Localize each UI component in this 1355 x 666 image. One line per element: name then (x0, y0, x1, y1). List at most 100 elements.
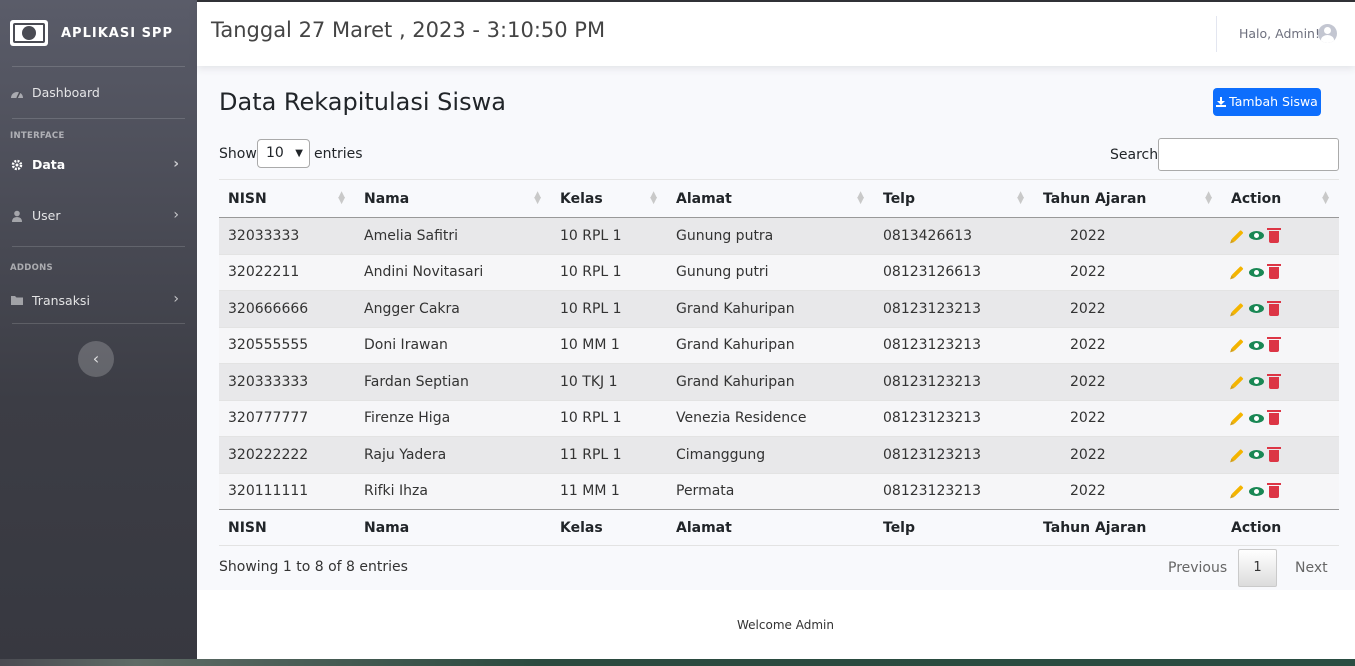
cell-alamat: Grand Kahuripan (667, 290, 874, 327)
sort-icon: ▲ ▼ (1205, 190, 1212, 206)
folder-icon (11, 296, 23, 305)
row-actions (1231, 373, 1339, 389)
table-row: 320222222 Raju Yadera 11 RPL 1 Cimanggung 08… (219, 436, 1339, 473)
column-header-label: Nama (364, 190, 410, 207)
pencil-icon[interactable] (1231, 485, 1244, 498)
pencil-icon[interactable] (1231, 229, 1244, 242)
trash-icon[interactable] (1267, 337, 1281, 353)
sidebar-item-label: Data (32, 157, 66, 172)
cell-tahun-ajaran: 2022 (1034, 363, 1222, 400)
dashboard-icon (11, 91, 23, 98)
footer: Welcome Admin (197, 590, 1355, 660)
cell-action (1222, 436, 1339, 473)
row-actions (1231, 264, 1339, 280)
cell-nama: Fardan Septian (355, 363, 551, 400)
sidebar-item-transaksi[interactable]: Transaksi › (0, 277, 197, 323)
trash-icon[interactable] (1267, 446, 1281, 462)
column-header-label: Kelas (560, 190, 603, 207)
cell-action (1222, 363, 1339, 400)
cell-nisn: 320111111 (219, 473, 355, 510)
pencil-icon[interactable] (1231, 412, 1244, 425)
cell-action (1222, 400, 1339, 437)
cell-action (1222, 254, 1339, 291)
eye-icon[interactable] (1249, 231, 1264, 241)
column-header-alamat[interactable]: Alamat ▲ ▼ (667, 179, 874, 218)
column-header-action[interactable]: Action ▲ ▼ (1222, 179, 1339, 218)
eye-icon[interactable] (1249, 304, 1264, 314)
sidebar-item-data[interactable]: Data › (0, 144, 197, 185)
sidebar-toggle-button[interactable]: ‹ (78, 341, 114, 377)
entries-select-value: 10 (266, 145, 284, 161)
pencil-icon[interactable] (1231, 339, 1244, 352)
pagination-previous[interactable]: Previous (1168, 560, 1227, 576)
brand-title: APLIKASI SPP (61, 25, 173, 41)
eye-icon[interactable] (1249, 486, 1264, 496)
column-footer-tahun-ajaran: Tahun Ajaran (1034, 509, 1222, 546)
trash-icon[interactable] (1267, 373, 1281, 389)
trash-icon[interactable] (1267, 227, 1281, 243)
sidebar-item-dashboard[interactable]: Dashboard (0, 67, 197, 118)
avatar[interactable] (1318, 24, 1337, 43)
sidebar: APLIKASI SPP Dashboard INTERFACE Data › … (0, 0, 197, 666)
eye-icon[interactable] (1249, 267, 1264, 277)
brand[interactable]: APLIKASI SPP (0, 0, 197, 66)
cell-tahun-ajaran: 2022 (1034, 254, 1222, 291)
column-header-tahun-ajaran[interactable]: Tahun Ajaran ▲ ▼ (1034, 179, 1222, 218)
table-row: 320111111 Rifki Ihza 11 MM 1 Permata 0812312… (219, 473, 1339, 510)
column-footer-nisn: NISN (219, 509, 355, 546)
current-datetime: Tanggal 27 Maret , 2023 - 3:10:50 PM (211, 18, 606, 42)
sidebar-item-user[interactable]: User › (0, 185, 197, 246)
cell-nama: Angger Cakra (355, 290, 551, 327)
cell-nisn: 320333333 (219, 363, 355, 400)
column-header-label: Telp (883, 190, 916, 207)
user-greeting[interactable]: Halo, Admin! (1239, 26, 1320, 41)
cell-nisn: 320222222 (219, 436, 355, 473)
column-header-label: NISN (228, 190, 267, 207)
search-input[interactable] (1158, 138, 1339, 171)
column-header-telp[interactable]: Telp ▲ ▼ (874, 179, 1034, 218)
cell-alamat: Permata (667, 473, 874, 510)
cell-telp: 08123123213 (874, 473, 1034, 510)
pencil-icon[interactable] (1231, 448, 1244, 461)
eye-icon[interactable] (1249, 450, 1264, 460)
entries-label: entries (314, 146, 363, 162)
cell-nisn: 320555555 (219, 327, 355, 364)
show-label: Show (219, 146, 257, 162)
pencil-icon[interactable] (1231, 302, 1244, 315)
sidebar-item-label: Dashboard (32, 85, 100, 100)
table-row: 320555555 Doni Irawan 10 MM 1 Grand Kahurip… (219, 327, 1339, 364)
students-table: NISN ▲ ▼ Nama ▲ ▼ Kelas ▲ ▼ Alamat ▲ ▼ Telp ▲ ▼ Ta… (219, 179, 1339, 546)
page-title: Data Rekapitulasi Siswa (219, 88, 506, 116)
column-header-kelas[interactable]: Kelas ▲ ▼ (551, 179, 667, 218)
entries-select[interactable]: 10 ▼ (257, 139, 310, 168)
cell-kelas: 10 RPL 1 (551, 400, 667, 437)
table-row: 320666666 Angger Cakra 10 RPL 1 Grand Kahur… (219, 290, 1339, 327)
trash-icon[interactable] (1267, 300, 1281, 316)
cell-alamat: Venezia Residence (667, 400, 874, 437)
trash-icon[interactable] (1267, 483, 1281, 499)
pencil-icon[interactable] (1231, 375, 1244, 388)
cell-nisn: 320666666 (219, 290, 355, 327)
column-footer-alamat: Alamat (667, 509, 874, 546)
footer-text: Welcome Admin (737, 618, 834, 632)
table-info: Showing 1 to 8 of 8 entries (219, 559, 408, 575)
pencil-icon[interactable] (1231, 266, 1244, 279)
eye-icon[interactable] (1249, 340, 1264, 350)
column-header-label: Action (1231, 190, 1282, 207)
table-footer-row: NISN Nama Kelas Alamat Telp Tahun Ajaran… (219, 509, 1339, 546)
sort-icon: ▲ ▼ (1322, 190, 1329, 206)
column-header-nisn[interactable]: NISN ▲ ▼ (219, 179, 355, 218)
cell-nama: Doni Irawan (355, 327, 551, 364)
pagination-next[interactable]: Next (1295, 560, 1328, 576)
column-header-nama[interactable]: Nama ▲ ▼ (355, 179, 551, 218)
pagination-page-1[interactable]: 1 (1238, 549, 1277, 587)
search-label: Search: (1110, 147, 1163, 163)
cell-alamat: Gunung putra (667, 217, 874, 254)
trash-icon[interactable] (1267, 410, 1281, 426)
cell-telp: 08123123213 (874, 327, 1034, 364)
trash-icon[interactable] (1267, 264, 1281, 280)
eye-icon[interactable] (1249, 377, 1264, 387)
add-student-button[interactable]: Tambah Siswa (1213, 88, 1321, 116)
eye-icon[interactable] (1249, 413, 1264, 423)
cell-nama: Raju Yadera (355, 436, 551, 473)
